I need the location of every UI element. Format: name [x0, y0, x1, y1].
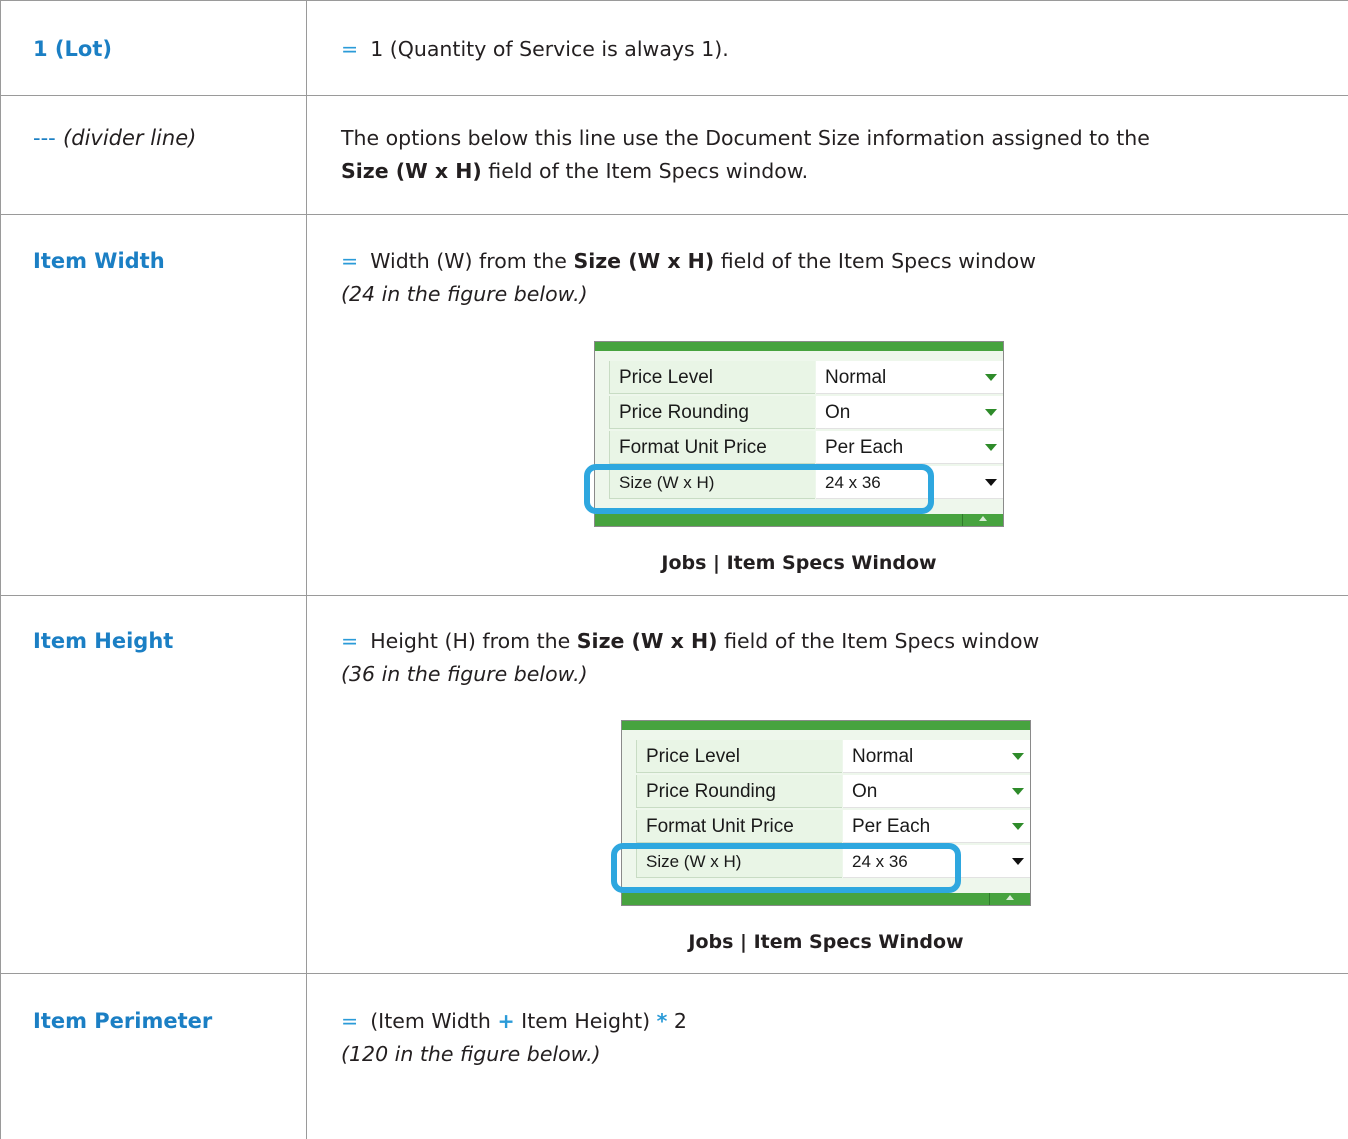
spec-value: Normal	[816, 361, 1003, 394]
dropdown-arrow-icon	[1012, 753, 1024, 760]
spec-value: On	[843, 775, 1030, 808]
desc-divider-rest: field of the Item Specs window.	[481, 159, 809, 183]
dropdown-arrow-icon	[1012, 788, 1024, 795]
size-field-highlight	[611, 843, 961, 893]
row-divider	[0, 95, 1348, 96]
term-item-perimeter: Item Perimeter	[33, 1009, 213, 1033]
term-item-width: Item Width	[33, 249, 165, 273]
table-column-divider	[306, 0, 307, 1139]
desc-divider-bold: Size (W x H)	[341, 159, 482, 183]
spec-value: Normal	[843, 740, 1030, 773]
desc-height-bold: Size (W x H)	[576, 629, 718, 653]
spec-label: Format Unit Price	[636, 810, 842, 843]
row-divider	[0, 214, 1348, 215]
spec-row-format-unit-price: Format Unit Price Per Each	[609, 431, 1003, 465]
desc-perim-part2: Item Height)	[514, 1009, 657, 1033]
spec-row-price-level: Price Level Normal	[636, 740, 1030, 774]
spec-label: Price Rounding	[609, 396, 815, 429]
desc-height-note: (36 in the figure below.)	[341, 662, 588, 686]
spec-label: Format Unit Price	[609, 431, 815, 464]
desc-item-width: = Width (W) from the Size (W x H) field o…	[341, 245, 1331, 311]
spec-value: On	[816, 396, 1003, 429]
spec-value: Per Each	[816, 431, 1003, 464]
scroll-up-icon	[1006, 895, 1014, 900]
plus-operator: +	[497, 1009, 515, 1033]
term-lot: 1 (Lot)	[33, 37, 112, 61]
scrollbar-separator	[989, 893, 990, 905]
row-divider	[0, 973, 1348, 974]
desc-divider-line: The options below this line use the Docu…	[341, 122, 1331, 188]
desc-item-height: = Height (H) from the Size (W x H) field …	[341, 625, 1331, 691]
desc-lot-text: 1 (Quantity of Service is always 1).	[370, 37, 729, 61]
spec-row-price-level: Price Level Normal	[609, 361, 1003, 395]
equals-sign: =	[341, 249, 359, 273]
spec-label: Price Level	[636, 740, 842, 773]
spec-label: Price Level	[609, 361, 815, 394]
desc-width-pre: Width (W) from the	[370, 249, 574, 273]
desc-width-note: (24 in the figure below.)	[341, 282, 588, 306]
item-specs-window-figure: Price Level Normal Price Rounding On For…	[611, 720, 1031, 906]
spec-row-price-rounding: Price Rounding On	[636, 775, 1030, 809]
scroll-up-icon	[979, 516, 987, 521]
spec-value: Per Each	[843, 810, 1030, 843]
item-specs-window-figure: Price Level Normal Price Rounding On For…	[584, 341, 1004, 527]
dropdown-arrow-icon	[985, 479, 997, 486]
desc-item-perimeter: = (Item Width + Item Height) * 2 (120 in …	[341, 1005, 1331, 1071]
desc-width-post: field of the Item Specs window	[714, 249, 1036, 273]
spec-row-price-rounding: Price Rounding On	[609, 396, 1003, 430]
desc-height-pre: Height (H) from the	[370, 629, 577, 653]
term-dash: ---	[33, 126, 56, 150]
figure-caption: Jobs | Item Specs Window	[661, 552, 937, 574]
window-top-bar	[595, 342, 1003, 351]
dropdown-arrow-icon	[985, 409, 997, 416]
scrollbar-separator	[962, 514, 963, 526]
window-top-bar	[622, 721, 1030, 730]
equals-sign: =	[341, 37, 359, 61]
desc-perim-note: (120 in the figure below.)	[341, 1042, 601, 1066]
desc-width-bold: Size (W x H)	[573, 249, 715, 273]
window-bottom-bar	[595, 514, 1003, 526]
equals-sign: =	[341, 629, 359, 653]
desc-perim-part3: 2	[667, 1009, 687, 1033]
dropdown-arrow-icon	[985, 374, 997, 381]
dropdown-arrow-icon	[1012, 858, 1024, 865]
dropdown-arrow-icon	[1012, 823, 1024, 830]
window-bottom-bar	[622, 893, 1030, 905]
table-border-left	[0, 0, 1, 1139]
spec-label: Price Rounding	[636, 775, 842, 808]
row-divider	[0, 595, 1348, 596]
equals-sign: =	[341, 1009, 359, 1033]
term-divider-line: --- (divider line)	[33, 126, 196, 150]
desc-perim-part1: (Item Width	[370, 1009, 498, 1033]
size-field-highlight	[584, 464, 934, 514]
term-divider-italic: (divider line)	[63, 126, 197, 150]
spec-row-format-unit-price: Format Unit Price Per Each	[636, 810, 1030, 844]
desc-divider-line1: The options below this line use the Docu…	[341, 126, 1150, 150]
row-divider	[0, 0, 1348, 1]
term-item-height: Item Height	[33, 629, 174, 653]
dropdown-arrow-icon	[985, 444, 997, 451]
desc-height-post: field of the Item Specs window	[717, 629, 1040, 653]
document-page: 1 (Lot) = 1 (Quantity of Service is alway…	[0, 0, 1348, 1139]
times-operator: *	[656, 1009, 668, 1033]
desc-lot: = 1 (Quantity of Service is always 1).	[341, 33, 1331, 66]
figure-caption: Jobs | Item Specs Window	[688, 931, 964, 953]
